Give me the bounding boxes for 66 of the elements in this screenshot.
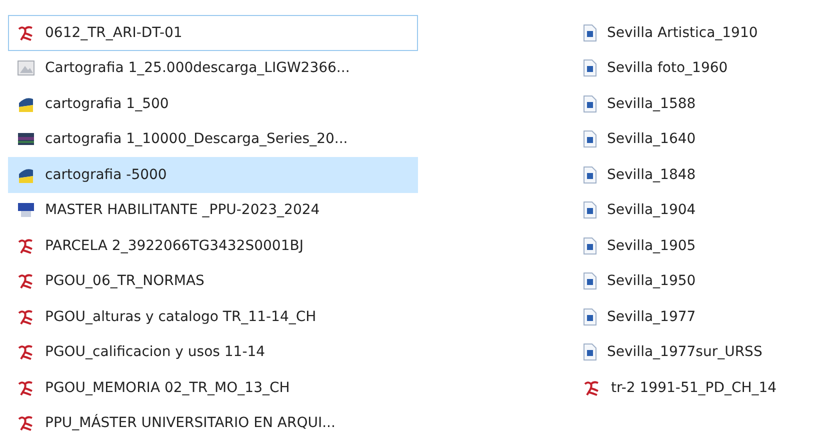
document-icon xyxy=(583,201,597,220)
file-item[interactable]: Cartografia 1_25.000descarga_LIGW2366... xyxy=(8,50,418,86)
file-item[interactable]: cartografia 1_500 xyxy=(8,86,418,122)
file-item[interactable]: PARCELA 2_3922066TG3432S0001BJ xyxy=(8,228,418,264)
pdf-icon xyxy=(17,308,35,326)
file-item[interactable]: Sevilla_1904 xyxy=(574,192,813,228)
pdf-icon xyxy=(17,378,35,397)
file-item[interactable]: PGOU_calificacion y usos 11-14 xyxy=(8,334,418,370)
file-item[interactable]: Sevilla foto_1960 xyxy=(574,50,813,86)
file-name: Sevilla_1588 xyxy=(607,96,696,112)
file-item[interactable]: Sevilla_1640 xyxy=(574,122,813,157)
file-item[interactable]: PGOU_MEMORIA 02_TR_MO_13_CH xyxy=(8,370,418,406)
file-item[interactable]: PGOU_alturas y catalogo TR_11-14_CH xyxy=(8,299,418,334)
file-item[interactable]: Sevilla_1588 xyxy=(574,86,813,122)
document-icon xyxy=(583,94,597,113)
file-name: Sevilla_1950 xyxy=(607,273,696,290)
document-icon xyxy=(583,130,597,148)
file-name: Sevilla Artistica_1910 xyxy=(607,24,758,41)
document-icon xyxy=(583,24,597,42)
document-icon xyxy=(583,59,597,78)
file-item[interactable]: PGOU_06_TR_NORMAS xyxy=(8,264,418,299)
file-name: PGOU_06_TR_NORMAS xyxy=(45,273,204,290)
document-icon xyxy=(583,308,597,326)
file-item[interactable]: tr-2 1991-51_PD_CH_14 xyxy=(574,370,813,406)
file-name: cartografia 1_500 xyxy=(45,96,169,112)
file-item[interactable]: Sevilla_1905 xyxy=(574,228,813,264)
file-name: PGOU_MEMORIA 02_TR_MO_13_CH xyxy=(45,380,290,396)
file-name: PARCELA 2_3922066TG3432S0001BJ xyxy=(45,238,304,254)
file-name: PPU_MÁSTER UNIVERSITARIO EN ARQUI... xyxy=(45,415,336,432)
file-name: PGOU_alturas y catalogo TR_11-14_CH xyxy=(45,308,316,325)
file-item[interactable]: PPU_MÁSTER UNIVERSITARIO EN ARQUI... xyxy=(8,406,418,436)
file-name: Sevilla_1905 xyxy=(607,238,696,254)
file-item[interactable]: Sevilla_1977 xyxy=(574,299,813,334)
file-name: cartografia 1_10000_Descarga_Series_20... xyxy=(45,131,348,148)
pdf-icon xyxy=(17,24,35,42)
pdf-icon xyxy=(17,414,35,432)
pdf-icon xyxy=(583,378,601,397)
file-name: Sevilla_1640 xyxy=(607,131,696,148)
document-icon xyxy=(583,166,597,184)
document-icon xyxy=(583,272,597,290)
document-icon xyxy=(583,343,597,362)
file-name: Sevilla_1977sur_URSS xyxy=(607,344,762,360)
file-name: tr-2 1991-51_PD_CH_14 xyxy=(611,380,777,396)
file-item[interactable]: cartografia 1_10000_Descarga_Series_20... xyxy=(8,122,418,157)
file-name: Sevilla foto_1960 xyxy=(607,60,728,76)
image-file-icon xyxy=(17,59,35,78)
file-item[interactable]: 0612_TR_ARI-DT-01 xyxy=(8,15,418,50)
file-item[interactable]: cartografia -5000 xyxy=(8,157,418,192)
file-item[interactable]: Sevilla_1950 xyxy=(574,264,813,299)
pdf-icon xyxy=(17,343,35,362)
file-item[interactable]: Sevilla_1977sur_URSS xyxy=(574,334,813,370)
file-name: cartografia -5000 xyxy=(45,166,167,183)
installer-icon xyxy=(17,201,35,220)
file-item[interactable]: MASTER HABILITANTE _PPU-2023_2024 xyxy=(8,192,418,228)
document-icon xyxy=(583,236,597,255)
file-name: 0612_TR_ARI-DT-01 xyxy=(45,24,182,41)
pdf-icon xyxy=(17,272,35,290)
file-name: Sevilla_1977 xyxy=(607,308,696,325)
file-item[interactable]: Sevilla Artistica_1910 xyxy=(574,15,813,50)
file-name: MASTER HABILITANTE _PPU-2023_2024 xyxy=(45,202,320,218)
pdf-icon xyxy=(17,236,35,255)
file-name: Sevilla_1904 xyxy=(607,202,696,218)
file-name: Cartografia 1_25.000descarga_LIGW2366... xyxy=(45,60,350,76)
file-name: Sevilla_1848 xyxy=(607,166,696,183)
file-item[interactable]: Sevilla_1848 xyxy=(574,157,813,192)
file-name: PGOU_calificacion y usos 11-14 xyxy=(45,344,266,360)
